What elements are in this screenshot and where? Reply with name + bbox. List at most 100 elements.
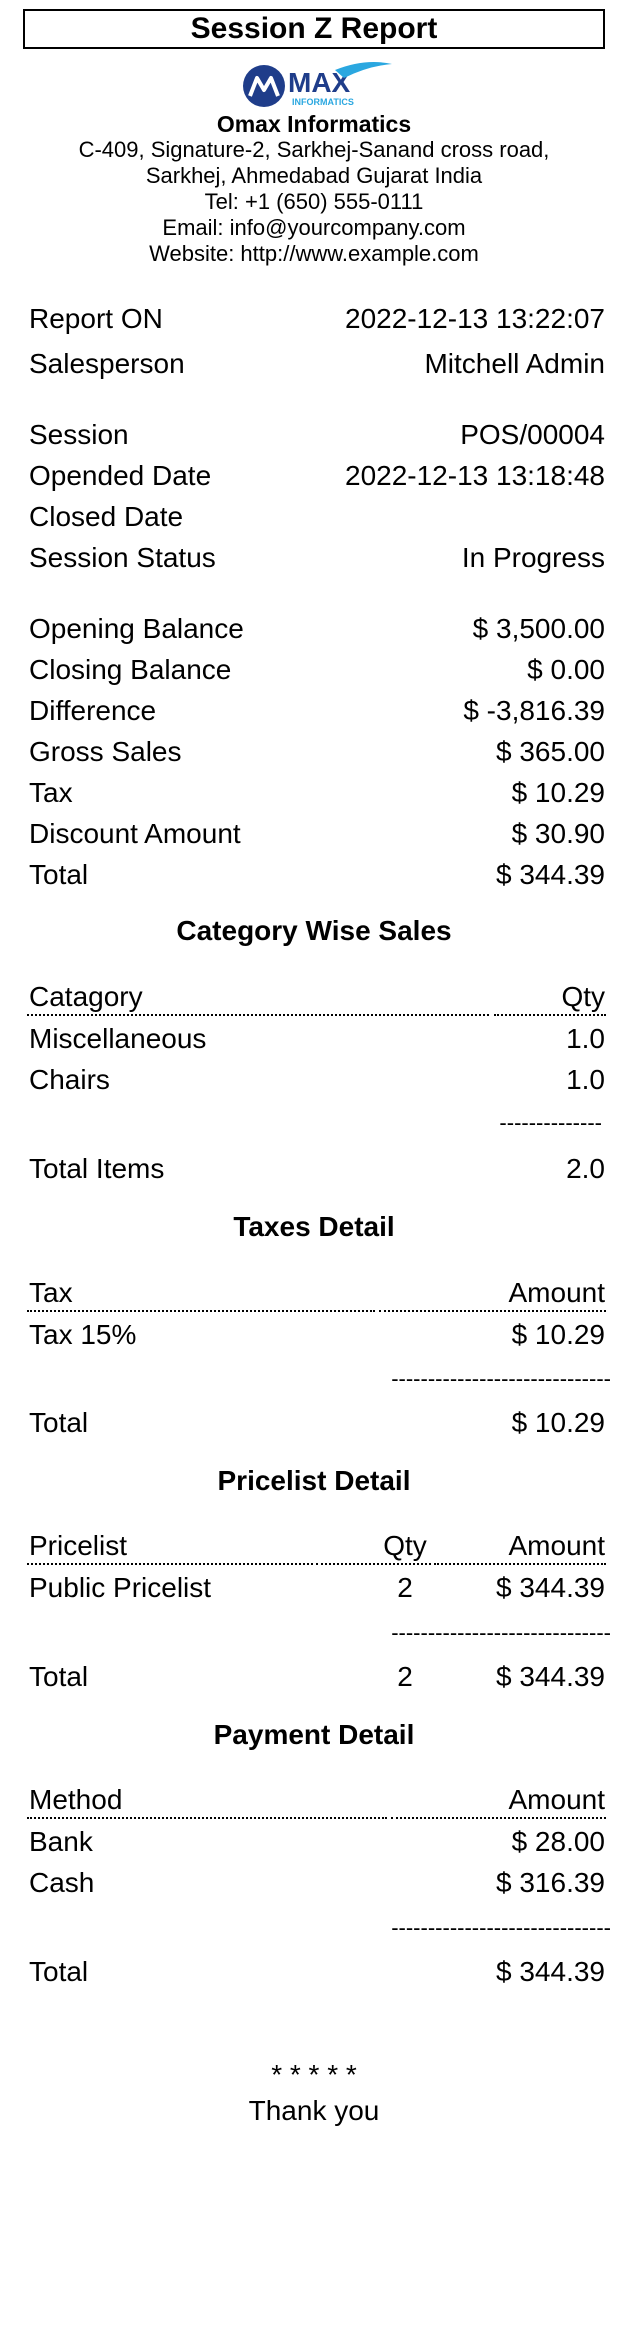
payment-amount: $ 28.00 bbox=[511, 1826, 605, 1857]
row-value: $ -3,816.39 bbox=[463, 695, 605, 726]
table-row: Tax 15% $ 10.29 bbox=[29, 1318, 605, 1352]
table-row: Public Pricelist 2 $ 344.39 bbox=[29, 1571, 605, 1605]
opening-balance-row: Opening Balance $ 3,500.00 bbox=[29, 612, 605, 646]
row-value: $ 30.90 bbox=[511, 818, 605, 849]
report-title: Session Z Report bbox=[23, 9, 605, 49]
total-label: Total Items bbox=[29, 1153, 165, 1184]
row-value: 2022-12-13 13:22:07 bbox=[345, 303, 605, 334]
company-email: Email: info@yourcompany.com bbox=[162, 215, 466, 240]
tax-row: Tax $ 10.29 bbox=[29, 776, 605, 810]
total-separator: ------------------------------ bbox=[391, 1366, 611, 1391]
divider bbox=[27, 1310, 375, 1312]
total-separator: ------------------------------ bbox=[391, 1620, 611, 1645]
row-value: $ 10.29 bbox=[511, 777, 605, 808]
total-items-row: Total Items 2.0 bbox=[29, 1152, 605, 1186]
row-value: $ 3,500.00 bbox=[472, 613, 605, 644]
payment-amount: $ 316.39 bbox=[496, 1867, 605, 1898]
payment-total-row: Total $ 344.39 bbox=[29, 1955, 605, 1989]
pricelist-detail-title: Pricelist Detail bbox=[217, 1465, 411, 1496]
row-label: Gross Sales bbox=[29, 736, 182, 767]
total-row: Total $ 344.39 bbox=[29, 858, 605, 892]
row-value: In Progress bbox=[461, 542, 605, 573]
thank-you-text: Thank you bbox=[248, 2095, 380, 2126]
footer-stars: * * * * * bbox=[271, 2059, 357, 2090]
table-row: Chairs 1.0 bbox=[29, 1063, 605, 1097]
row-value: 2022-12-13 13:18:48 bbox=[345, 460, 605, 491]
session-status-row: Session Status In Progress bbox=[29, 541, 605, 575]
total-label: Total bbox=[29, 1407, 89, 1438]
pricelist-name: Public Pricelist bbox=[29, 1572, 212, 1603]
logo-icon: MAX INFORMATICS bbox=[243, 62, 392, 107]
tax-name: Tax 15% bbox=[29, 1319, 137, 1350]
total-separator: -------------- bbox=[499, 1110, 602, 1135]
pricelist-table-header: Pricelist Qty Amount bbox=[27, 1529, 606, 1565]
company-name: Omax Informatics bbox=[216, 111, 412, 137]
category-qty: 1.0 bbox=[566, 1064, 605, 1095]
row-label: Tax bbox=[29, 777, 73, 808]
column-header: Catagory bbox=[29, 981, 143, 1012]
total-separator: ------------------------------ bbox=[391, 1915, 611, 1940]
table-row: Bank $ 28.00 bbox=[29, 1825, 605, 1859]
row-label: Total bbox=[29, 859, 89, 890]
category-name: Chairs bbox=[29, 1064, 110, 1095]
taxes-detail-title: Taxes Detail bbox=[233, 1211, 395, 1242]
column-header: Amount bbox=[508, 1784, 606, 1815]
column-header: Method bbox=[29, 1784, 123, 1815]
company-tel: Tel: +1 (650) 555-0111 bbox=[204, 189, 424, 214]
gross-sales-row: Gross Sales $ 365.00 bbox=[29, 735, 605, 769]
divider bbox=[391, 1817, 606, 1819]
category-table-header: Catagory Qty bbox=[27, 980, 606, 1016]
total-value: $ 10.29 bbox=[511, 1407, 605, 1438]
divider bbox=[27, 1014, 489, 1016]
row-label: Session bbox=[29, 419, 129, 450]
row-value: $ 365.00 bbox=[496, 736, 605, 767]
divider bbox=[27, 1563, 313, 1565]
closed-date-row: Closed Date bbox=[29, 500, 605, 534]
row-value: $ 344.39 bbox=[496, 859, 605, 890]
discount-amount-row: Discount Amount $ 30.90 bbox=[29, 817, 605, 851]
tax-amount: $ 10.29 bbox=[511, 1319, 605, 1350]
column-header: Qty bbox=[561, 981, 605, 1012]
taxes-total-row: Total $ 10.29 bbox=[29, 1406, 605, 1440]
company-address-line2: Sarkhej, Ahmedabad Gujarat India bbox=[145, 163, 483, 188]
table-row: Cash $ 316.39 bbox=[29, 1866, 605, 1900]
total-value: 2.0 bbox=[566, 1153, 605, 1184]
total-qty: 2 bbox=[397, 1661, 413, 1692]
session-row: Session POS/00004 bbox=[29, 418, 605, 452]
pricelist-amount: $ 344.39 bbox=[496, 1572, 605, 1603]
company-website: Website: http://www.example.com bbox=[149, 241, 479, 266]
report-on-row: Report ON 2022-12-13 13:22:07 bbox=[29, 302, 605, 336]
total-value: $ 344.39 bbox=[496, 1661, 605, 1692]
row-label: Report ON bbox=[29, 303, 163, 334]
payment-method: Bank bbox=[29, 1826, 93, 1857]
table-row: Miscellaneous 1.0 bbox=[29, 1022, 605, 1056]
row-label: Discount Amount bbox=[29, 818, 241, 849]
company-address-line1: C-409, Signature-2, Sarkhej-Sanand cross… bbox=[78, 137, 550, 162]
company-logo: MAX INFORMATICS bbox=[240, 60, 392, 110]
category-sales-title: Category Wise Sales bbox=[176, 915, 452, 946]
column-header: Pricelist bbox=[29, 1530, 128, 1561]
category-name: Miscellaneous bbox=[29, 1023, 207, 1054]
divider bbox=[434, 1563, 606, 1565]
payment-table-header: Method Amount bbox=[27, 1783, 606, 1819]
divider bbox=[316, 1563, 431, 1565]
divider bbox=[379, 1310, 606, 1312]
row-label: Opended Date bbox=[29, 460, 212, 491]
row-value: Mitchell Admin bbox=[424, 348, 605, 379]
payment-detail-title: Payment Detail bbox=[213, 1719, 415, 1750]
row-label: Opening Balance bbox=[29, 613, 244, 644]
row-label: Session Status bbox=[29, 542, 216, 573]
total-label: Total bbox=[29, 1956, 89, 1987]
pricelist-qty: 2 bbox=[397, 1572, 413, 1603]
row-value: POS/00004 bbox=[460, 419, 605, 450]
column-header: Amount bbox=[508, 1530, 606, 1561]
difference-row: Difference $ -3,816.39 bbox=[29, 694, 605, 728]
column-header: Qty bbox=[383, 1530, 427, 1561]
row-label: Closed Date bbox=[29, 501, 184, 532]
row-label: Closing Balance bbox=[29, 654, 232, 685]
logo-subtext: INFORMATICS bbox=[292, 97, 354, 107]
divider bbox=[27, 1817, 387, 1819]
divider bbox=[494, 1014, 606, 1016]
closing-balance-row: Closing Balance $ 0.00 bbox=[29, 653, 605, 687]
column-header: Tax bbox=[29, 1277, 73, 1308]
